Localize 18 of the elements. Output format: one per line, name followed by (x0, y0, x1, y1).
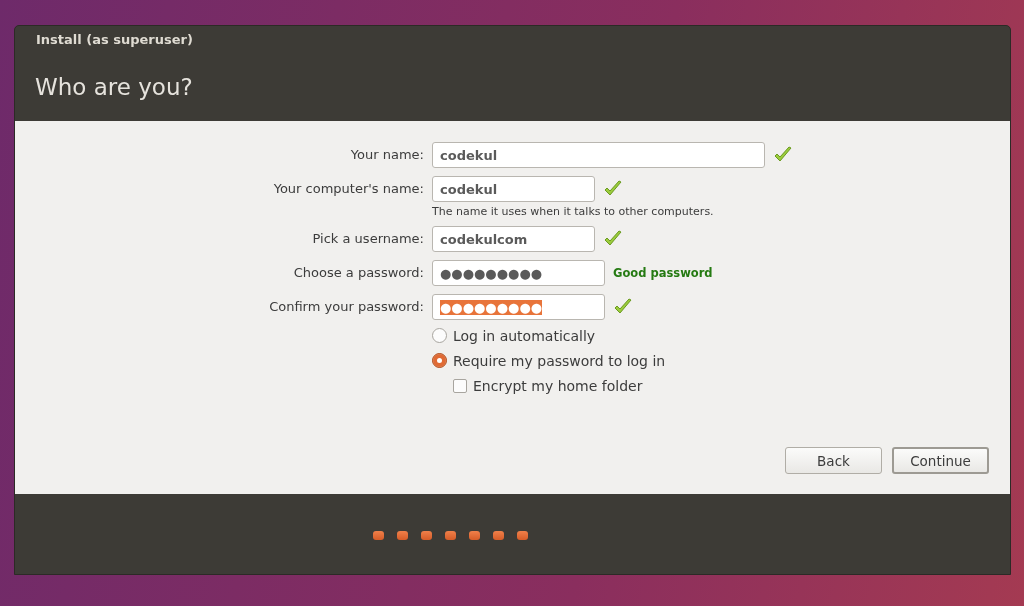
field-label: Choose a password: (292, 264, 424, 282)
password-strength: Good password (613, 266, 713, 280)
field-label: Your name: (349, 146, 424, 164)
window-title: Install (as superuser) (36, 32, 193, 47)
dialog-button[interactable]: Back (785, 447, 882, 474)
dialog-button[interactable]: Continue (892, 447, 989, 474)
input-field[interactable]: codekul (432, 142, 765, 168)
radio-option[interactable]: Require my password to log in (432, 351, 666, 370)
field-label: Your computer's name: (272, 180, 424, 198)
input-field[interactable]: codekul (432, 176, 595, 202)
page-heading: Who are you? (35, 74, 193, 100)
radio-option[interactable]: Log in automatically (432, 326, 596, 345)
field-hint: The name it uses when it talks to other computers. (432, 205, 715, 218)
field-label: Pick a username: (311, 230, 424, 248)
input-field[interactable]: codekulcom (432, 226, 595, 252)
field-label: Confirm your password: (268, 298, 424, 316)
input-field[interactable]: ●●●●●●●●● (432, 260, 605, 286)
checkbox-option[interactable]: Encrypt my home folder (453, 376, 643, 395)
